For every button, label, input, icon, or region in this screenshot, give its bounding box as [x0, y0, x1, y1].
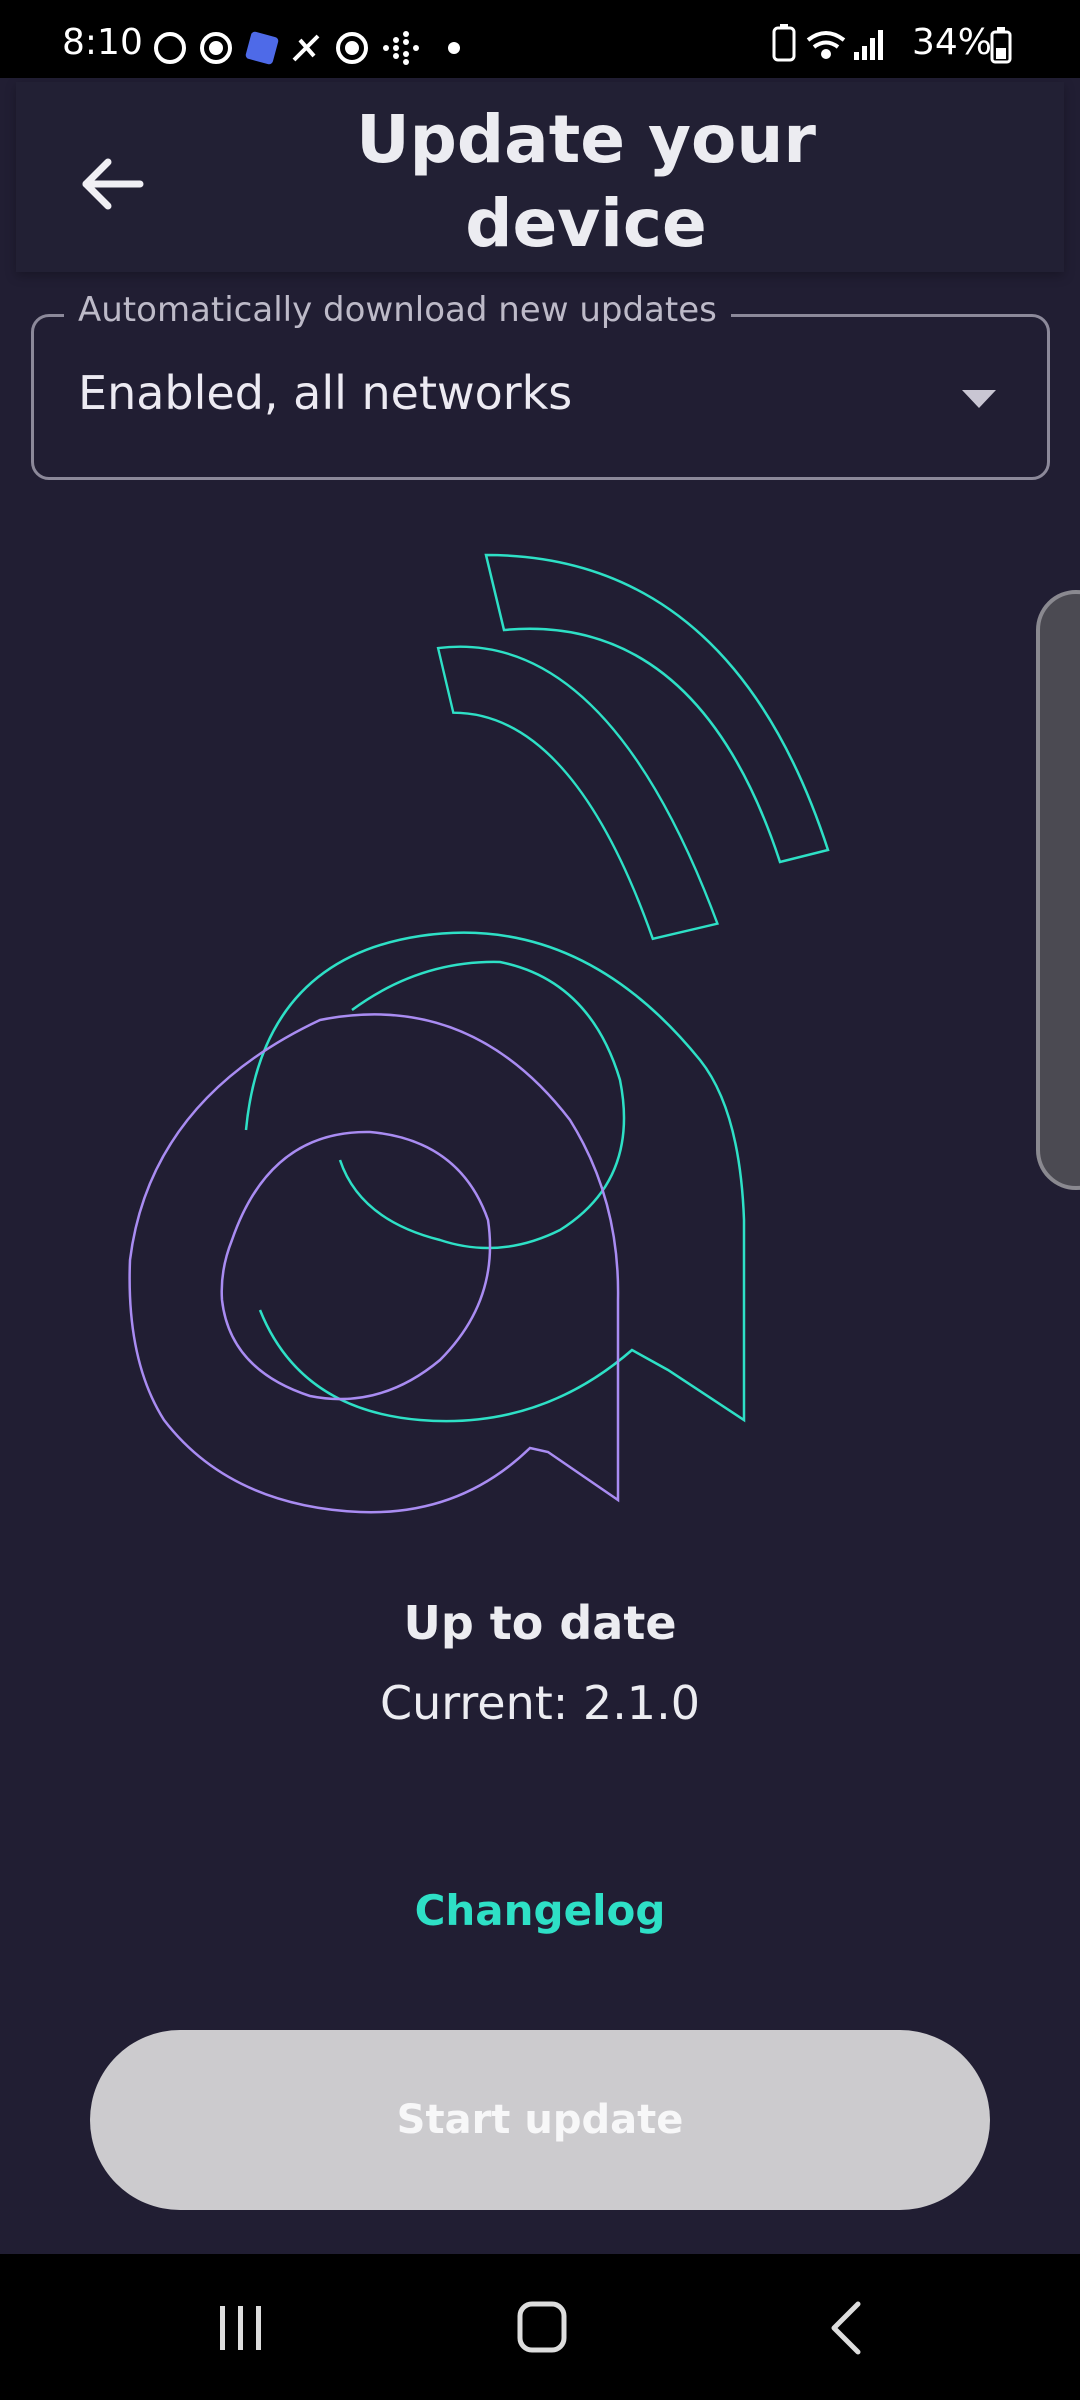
puzzle-app-icon	[245, 31, 279, 65]
recent-apps-icon[interactable]	[200, 2298, 280, 2358]
fitbit-icon	[383, 31, 419, 65]
wifi-icon	[806, 31, 846, 59]
tools-icon	[292, 34, 320, 62]
dropdown-arrow-icon[interactable]	[962, 390, 996, 410]
signal-icon	[854, 30, 883, 60]
threads-icon	[154, 32, 186, 64]
status-time: 8:10	[62, 22, 143, 63]
signal-waves-icon	[436, 553, 830, 941]
battery-percent: 34%	[911, 22, 992, 63]
status-bar: 8:10 34%	[0, 0, 1080, 78]
changelog-link[interactable]: Changelog	[0, 1886, 1080, 1935]
app-screen: 8:10 34% Update your device Automaticall…	[0, 0, 1080, 2400]
back-arrow-icon[interactable]	[68, 144, 158, 224]
start-update-button[interactable]: Start update	[90, 2030, 990, 2210]
update-illustration	[128, 553, 830, 1514]
dot-icon	[448, 42, 460, 54]
current-version: Current: 2.1.0	[380, 1676, 700, 1730]
update-status-title: Up to date	[403, 1596, 677, 1650]
auto-download-label: Automatically download new updates	[64, 290, 731, 330]
teal-a-logo-icon	[244, 931, 746, 1423]
home-icon[interactable]	[502, 2298, 582, 2358]
back-nav-icon[interactable]	[806, 2298, 886, 2358]
notification-icons	[154, 31, 460, 65]
purple-a-logo-icon	[128, 1013, 620, 1514]
battery-icon	[990, 27, 1012, 64]
battery-saver-icon	[772, 24, 796, 62]
app-header: Update your device	[16, 82, 1064, 272]
auto-download-value[interactable]: Enabled, all networks	[78, 366, 572, 420]
page-title: Update your device	[356, 101, 816, 262]
edge-panel-handle[interactable]	[1036, 590, 1080, 1190]
chrome-icon	[336, 32, 368, 64]
chrome-icon	[200, 32, 232, 64]
start-update-label: Start update	[396, 2097, 684, 2143]
navigation-bar	[0, 2254, 1080, 2400]
